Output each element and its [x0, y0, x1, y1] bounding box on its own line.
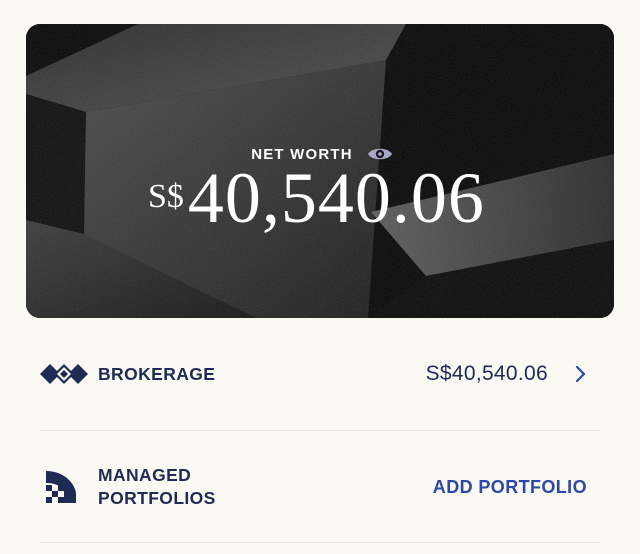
chevron-right-icon[interactable] — [574, 364, 588, 384]
net-worth-screen: NET WORTH S$ 40,540.06 BROKERAGE S$40,54… — [0, 0, 640, 554]
brokerage-diamond-logo-icon — [40, 354, 88, 394]
brokerage-row[interactable]: BROKERAGE S$40,540.06 — [40, 352, 600, 396]
brokerage-title: BROKERAGE — [98, 363, 216, 384]
net-worth-value: 40,540.06 — [187, 158, 485, 238]
managed-portfolios-title: MANAGED PORTFOLIOS — [98, 464, 216, 510]
brokerage-value: S$40,540.06 — [425, 362, 548, 385]
currency-symbol: S$ — [148, 178, 184, 215]
row-divider — [40, 542, 600, 543]
add-portfolio-button[interactable]: ADD PORTFOLIO — [433, 477, 587, 498]
net-worth-amount: S$ 40,540.06 — [148, 162, 485, 234]
row-divider — [40, 430, 600, 431]
managed-title-line2: PORTFOLIOS — [98, 488, 216, 508]
net-worth-card: NET WORTH S$ 40,540.06 — [26, 24, 614, 318]
managed-title-line1: MANAGED — [98, 465, 192, 485]
managed-portfolios-logo-icon — [40, 467, 88, 507]
managed-portfolios-row: MANAGED PORTFOLIOS ADD PORTFOLIO — [40, 460, 600, 514]
